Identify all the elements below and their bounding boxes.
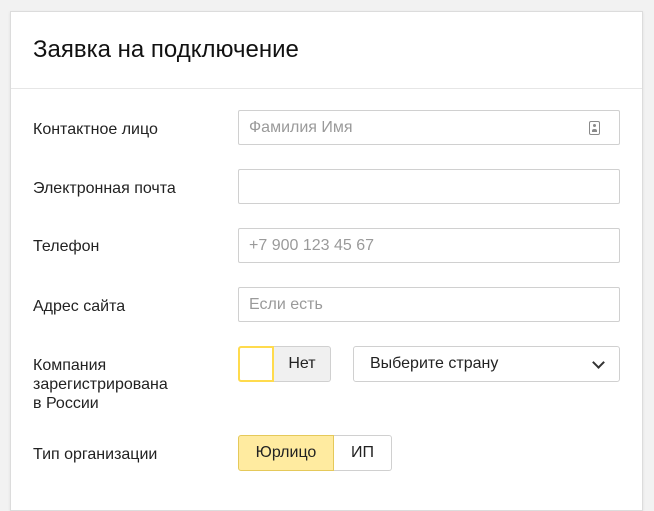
org-type-switch: Юрлицо ИП — [238, 435, 392, 471]
site-placeholder: Если есть — [249, 296, 323, 313]
company-label-line1: Компания — [33, 357, 107, 374]
connection-request-card: Заявка на подключение Контактное лицо Фа… — [10, 11, 643, 511]
company-label: Компания зарегистрирована в России — [33, 356, 168, 413]
toggle-yes-checkbox[interactable] — [238, 346, 274, 382]
phone-input[interactable]: +7 900 123 45 67 — [238, 228, 620, 263]
contact-label: Контактное лицо — [33, 121, 158, 138]
email-input[interactable] — [238, 169, 620, 204]
contact-placeholder: Фамилия Имя — [249, 119, 353, 136]
contact-card-icon[interactable] — [589, 121, 600, 135]
company-label-line2: зарегистрирована — [33, 376, 168, 393]
phone-placeholder: +7 900 123 45 67 — [249, 237, 375, 254]
contact-input[interactable]: Фамилия Имя — [238, 110, 620, 145]
country-select-value: Выберите страну — [370, 355, 499, 372]
page-title: Заявка на подключение — [33, 36, 299, 63]
site-label: Адрес сайта — [33, 298, 126, 315]
org-type-label: Тип организации — [33, 446, 158, 463]
org-type-legal-entity-button[interactable]: Юрлицо — [238, 435, 334, 471]
chevron-down-icon — [592, 356, 605, 369]
country-select[interactable]: Выберите страну — [353, 346, 620, 382]
phone-label: Телефон — [33, 238, 100, 255]
company-label-line3: в России — [33, 395, 99, 412]
site-input[interactable]: Если есть — [238, 287, 620, 322]
org-type-ip-button[interactable]: ИП — [334, 435, 392, 471]
russia-registration-toggle[interactable]: Нет — [238, 346, 331, 382]
card-header: Заявка на подключение — [11, 12, 642, 89]
email-label: Электронная почта — [33, 180, 176, 197]
toggle-no-button[interactable]: Нет — [274, 346, 331, 382]
